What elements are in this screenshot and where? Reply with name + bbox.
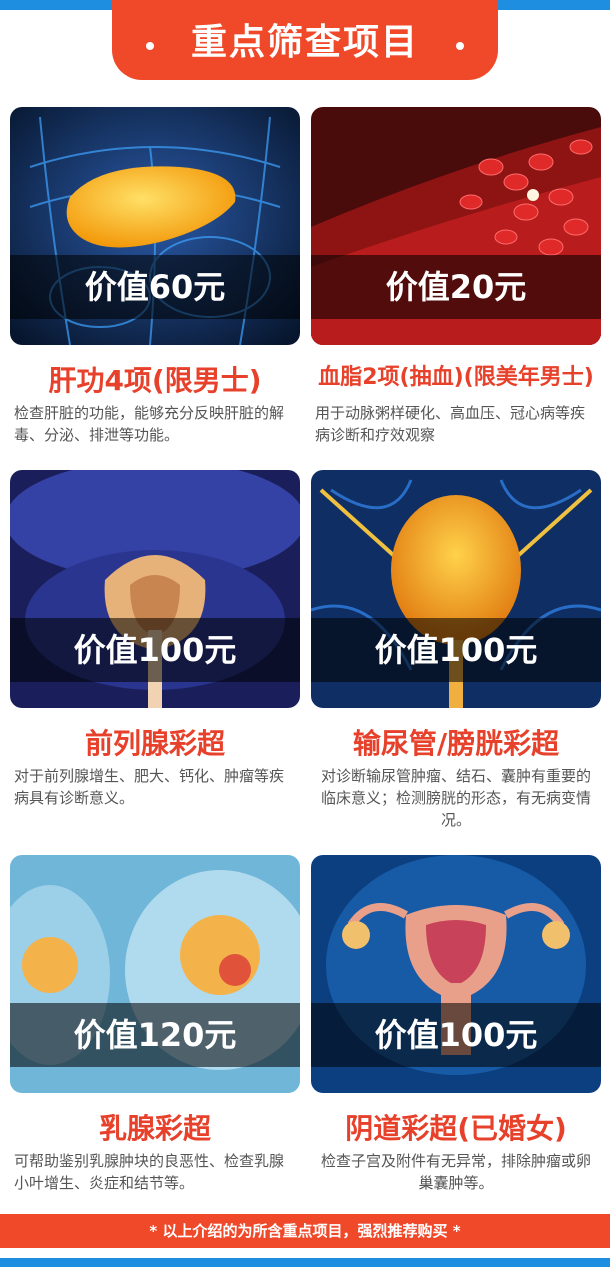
price-label: 价值100元 [73, 631, 237, 669]
item-name: 阴道彩超(已婚女) [345, 1112, 567, 1145]
item-desc: 对于前列腺增生、肥大、钙化、肿瘤等疾病具有诊断意义。 [14, 767, 285, 807]
price-label: 价值100元 [374, 1016, 538, 1054]
item-desc: 用于动脉粥样硬化、高血压、冠心病等疾病诊断和疗效观察 [315, 404, 586, 444]
item-name: 输尿管/膀胱彩超 [352, 727, 560, 760]
item-name: 血脂2项(抽血)(限美年男士) [318, 365, 594, 390]
price-label: 价值20元 [385, 268, 527, 306]
item-desc: 可帮助鉴别乳腺肿块的良恶性、检查乳腺小叶增生、炎症和结节等。 [14, 1152, 285, 1192]
price-label: 价值60元 [84, 268, 226, 306]
price-label: 价值100元 [374, 631, 538, 669]
item-desc: 对诊断输尿管肿瘤、结石、囊肿有重要的临床意义；检测膀胱的形态，有无病变情况。 [320, 767, 591, 829]
item-name: 乳腺彩超 [98, 1112, 211, 1145]
item-desc: 检查子宫及附件有无异常，排除肿瘤或卵巢囊肿等。 [320, 1152, 591, 1192]
footer-note: * 以上介绍的为所含重点项目，强烈推荐购买 * [149, 1222, 461, 1240]
bottom-blue-bar [0, 1258, 610, 1267]
item-name: 前列腺彩超 [84, 727, 225, 760]
item-desc: 检查肝脏的功能，能够充分反映肝脏的解毒、分泌、排泄等功能。 [14, 404, 285, 444]
price-label: 价值120元 [73, 1016, 237, 1054]
page-title: 重点筛查项目 [190, 22, 419, 63]
item-name: 肝功4项(限男士) [48, 364, 262, 397]
